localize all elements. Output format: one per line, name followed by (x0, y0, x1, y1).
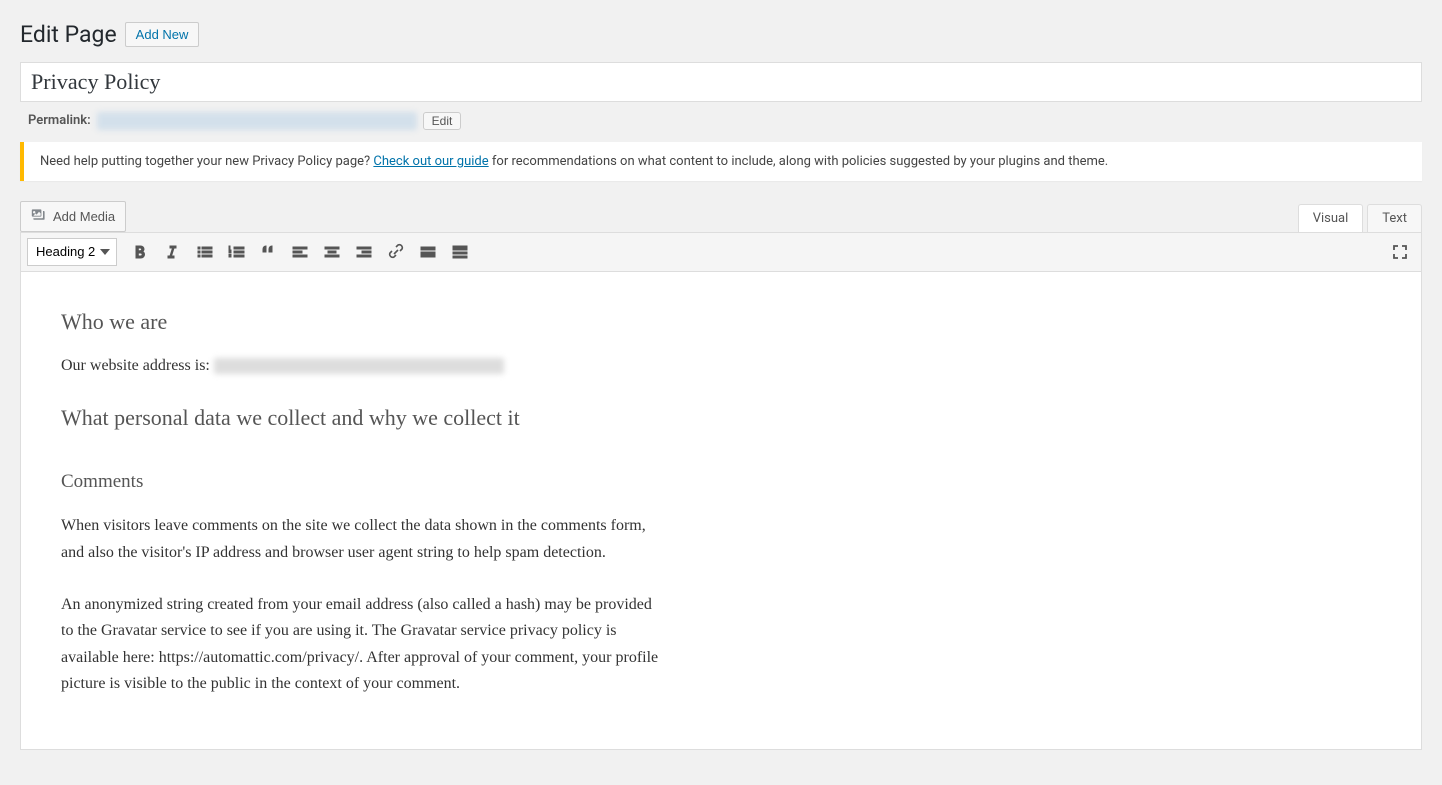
tab-visual[interactable]: Visual (1298, 204, 1364, 232)
blockquote-button[interactable] (253, 237, 283, 267)
permalink-label: Permalink: (28, 113, 91, 128)
tab-text[interactable]: Text (1367, 204, 1422, 232)
numbered-list-button[interactable] (221, 237, 251, 267)
fullscreen-button[interactable] (1385, 237, 1415, 267)
editor-toolbar: Heading 2 (21, 233, 1421, 272)
notice-text-after: for recommendations on what content to i… (489, 154, 1109, 169)
editor-content[interactable]: Who we are Our website address is: What … (21, 272, 701, 749)
permalink-row: Permalink: Edit (20, 102, 1422, 142)
bold-button[interactable] (125, 237, 155, 267)
paragraph-website-address: Our website address is: (61, 353, 661, 379)
bullet-list-button[interactable] (189, 237, 219, 267)
editor: Heading 2 Who we are Our website address… (20, 232, 1422, 750)
permalink-url-redacted (97, 112, 417, 130)
paragraph-comments-1: When visitors leave comments on the site… (61, 513, 661, 566)
page-title: Edit Page (20, 20, 117, 50)
website-address-redacted (214, 358, 504, 374)
heading-comments: Comments (61, 471, 661, 493)
add-media-button[interactable]: Add Media (20, 201, 126, 232)
toolbar-toggle-button[interactable] (445, 237, 475, 267)
read-more-button[interactable] (413, 237, 443, 267)
privacy-policy-notice: Need help putting together your new Priv… (20, 142, 1422, 181)
heading-who-we-are: Who we are (61, 309, 661, 335)
paragraph-comments-2: An anonymized string created from your e… (61, 592, 661, 698)
format-select[interactable]: Heading 2 (27, 238, 117, 266)
edit-permalink-button[interactable]: Edit (423, 112, 462, 130)
align-left-button[interactable] (285, 237, 315, 267)
post-title-input[interactable] (20, 62, 1422, 102)
notice-guide-link[interactable]: Check out our guide (373, 154, 488, 169)
link-button[interactable] (381, 237, 411, 267)
add-media-label: Add Media (53, 209, 115, 224)
heading-what-personal-data: What personal data we collect and why we… (61, 405, 661, 431)
media-icon (31, 207, 47, 226)
align-right-button[interactable] (349, 237, 379, 267)
notice-text-before: Need help putting together your new Priv… (40, 154, 373, 169)
add-new-button[interactable]: Add New (125, 22, 200, 47)
italic-button[interactable] (157, 237, 187, 267)
align-center-button[interactable] (317, 237, 347, 267)
